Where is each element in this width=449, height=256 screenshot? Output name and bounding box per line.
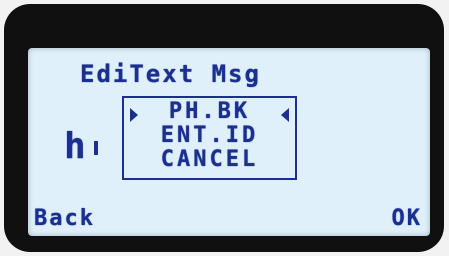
message-input-text[interactable]: h bbox=[64, 126, 86, 167]
menu-item-phonebook[interactable]: PH.BK bbox=[124, 101, 295, 123]
lcd-screen: EdiText Msg h PH.BK ENT.ID CANCEL Back O… bbox=[28, 48, 430, 236]
menu-item-label: PH.BK bbox=[168, 99, 251, 124]
device-bezel: EdiText Msg h PH.BK ENT.ID CANCEL Back O… bbox=[4, 4, 444, 252]
selection-arrow-left-icon bbox=[130, 108, 138, 122]
back-softkey[interactable]: Back bbox=[34, 206, 95, 231]
menu-item-cancel[interactable]: CANCEL bbox=[124, 149, 295, 171]
text-cursor bbox=[94, 141, 98, 155]
menu-item-enter-id[interactable]: ENT.ID bbox=[124, 125, 295, 147]
options-popup-menu: PH.BK ENT.ID CANCEL bbox=[122, 96, 297, 180]
selection-arrow-right-icon bbox=[281, 108, 289, 122]
screen-title: EdiText Msg bbox=[80, 60, 261, 88]
menu-item-label: CANCEL bbox=[160, 147, 259, 172]
ok-softkey[interactable]: OK bbox=[392, 206, 423, 231]
menu-item-label: ENT.ID bbox=[160, 123, 259, 148]
